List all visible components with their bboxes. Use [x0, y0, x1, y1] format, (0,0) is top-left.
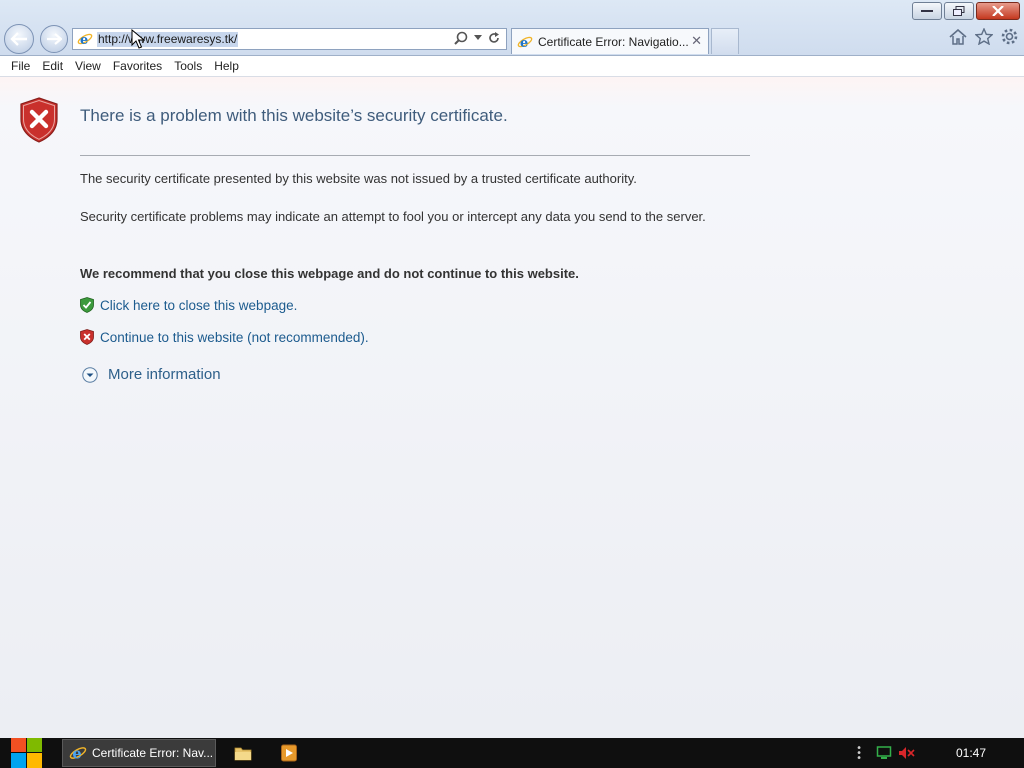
- continue-website-link[interactable]: Continue to this website (not recommende…: [100, 330, 369, 345]
- back-arrow-icon: [10, 32, 27, 46]
- more-information-toggle[interactable]: More information: [82, 366, 221, 383]
- close-webpage-row: Click here to close this webpage.: [80, 297, 297, 313]
- clock[interactable]: 01:47: [956, 746, 986, 760]
- home-icon[interactable]: [949, 28, 967, 45]
- menu-favorites[interactable]: Favorites: [107, 59, 168, 73]
- address-tools: [454, 31, 500, 45]
- menu-help[interactable]: Help: [208, 59, 245, 73]
- refresh-icon[interactable]: [488, 32, 500, 44]
- forward-arrow-icon: [47, 33, 62, 45]
- close-icon: [992, 6, 1004, 16]
- forward-button[interactable]: [40, 25, 68, 53]
- file-explorer-icon[interactable]: [234, 745, 252, 761]
- page-content: There is a problem with this website’s s…: [0, 77, 1024, 738]
- svg-text:e: e: [520, 36, 528, 50]
- security-warning-text: Security certificate problems may indica…: [80, 209, 706, 224]
- menu-view[interactable]: View: [69, 59, 107, 73]
- volume-muted-icon[interactable]: [898, 746, 916, 760]
- ie-icon: e: [517, 36, 533, 50]
- close-webpage-link[interactable]: Click here to close this webpage.: [100, 298, 297, 313]
- recommendation-text: We recommend that you close this webpage…: [80, 266, 579, 281]
- address-text[interactable]: http://www.freewaresys.tk/: [97, 31, 239, 47]
- restore-icon: [953, 6, 965, 16]
- menu-tools[interactable]: Tools: [168, 59, 208, 73]
- page-title: There is a problem with this website’s s…: [80, 106, 508, 125]
- minimize-icon: [921, 10, 933, 12]
- browser-toolbar-icons: [949, 28, 1018, 45]
- error-shield-icon: [20, 97, 58, 143]
- red-shield-icon: [80, 329, 94, 345]
- new-tab-button[interactable]: [711, 28, 739, 54]
- favorites-star-icon[interactable]: [975, 28, 993, 45]
- continue-website-row: Continue to this website (not recommende…: [80, 329, 369, 345]
- expand-circle-icon: [82, 366, 98, 383]
- more-information-label[interactable]: More information: [108, 366, 221, 383]
- taskbar-ie-label: Certificate Error: Nav...: [92, 746, 214, 760]
- ie-icon: e: [69, 746, 87, 762]
- svg-text:e: e: [72, 746, 81, 762]
- tab-certificate-error[interactable]: e Certificate Error: Navigatio... ✕: [511, 28, 709, 54]
- menu-file[interactable]: File: [5, 59, 36, 73]
- system-tray: • • • 01:47: [856, 738, 1024, 768]
- back-button[interactable]: [4, 24, 34, 54]
- tab-title: Certificate Error: Navigatio...: [538, 34, 689, 49]
- restore-button[interactable]: [944, 2, 974, 20]
- search-icon[interactable]: [454, 31, 468, 45]
- gear-icon[interactable]: [1001, 28, 1018, 45]
- green-shield-icon: [80, 297, 94, 313]
- taskbar: e Certificate Error: Nav... • • • 01:47: [0, 738, 1024, 768]
- network-icon[interactable]: [876, 746, 892, 760]
- svg-text:e: e: [80, 33, 88, 47]
- mouse-cursor-icon: [131, 29, 145, 49]
- close-window-button[interactable]: [976, 2, 1020, 20]
- browser-chrome: e http://www.freewaresys.tk/ e Certifica…: [0, 0, 1024, 56]
- chevron-down-icon[interactable]: [474, 35, 482, 41]
- divider: [80, 155, 750, 156]
- tab-close-button[interactable]: ✕: [691, 34, 702, 49]
- start-windows-icon[interactable]: [9, 738, 45, 768]
- ie-icon: e: [77, 33, 93, 47]
- minimize-button[interactable]: [912, 2, 942, 20]
- media-player-icon[interactable]: [281, 744, 297, 762]
- window-caption-buttons: [912, 2, 1020, 20]
- tray-overflow-icon[interactable]: • • •: [856, 743, 862, 763]
- menu-bar: File Edit View Favorites Tools Help: [0, 56, 1024, 77]
- menu-edit[interactable]: Edit: [36, 59, 69, 73]
- taskbar-ie-button[interactable]: e Certificate Error: Nav...: [62, 739, 216, 767]
- certificate-authority-text: The security certificate presented by th…: [80, 171, 637, 186]
